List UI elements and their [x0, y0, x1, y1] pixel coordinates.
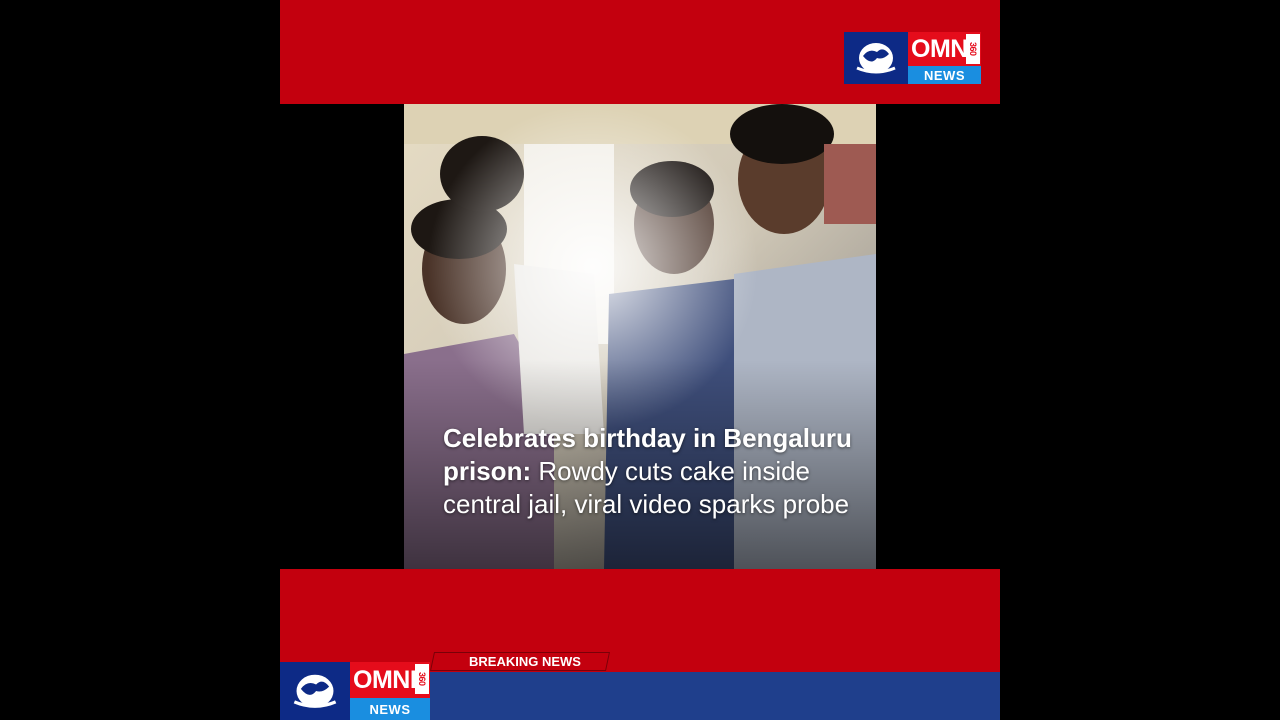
omni-news-logo-bottom: OMNI 360 NEWS: [280, 662, 430, 720]
logo-omni-text: OMNI 360: [350, 662, 430, 698]
headline-caption: Celebrates birthday in Bengaluru prison:…: [443, 422, 853, 521]
video-still: Celebrates birthday in Bengaluru prison:…: [404, 104, 876, 569]
globe-icon: [844, 32, 908, 84]
logo-news-text: NEWS: [350, 698, 430, 720]
omni-news-logo-top: OMNI 360 NEWS: [844, 32, 981, 84]
logo-news-text: NEWS: [908, 66, 981, 84]
breaking-news-tag: BREAKING NEWS: [429, 652, 611, 671]
logo-360-text: 360: [415, 664, 429, 694]
breaking-news-label: BREAKING NEWS: [469, 654, 581, 669]
logo-omni-text: OMNI 360: [908, 32, 981, 66]
globe-icon: [280, 662, 350, 720]
logo-360-text: 360: [966, 34, 980, 64]
video-frame: OMNI 360 NEWS Celebrates birthday in Ben…: [280, 0, 1000, 720]
bottom-band: [280, 569, 1000, 672]
